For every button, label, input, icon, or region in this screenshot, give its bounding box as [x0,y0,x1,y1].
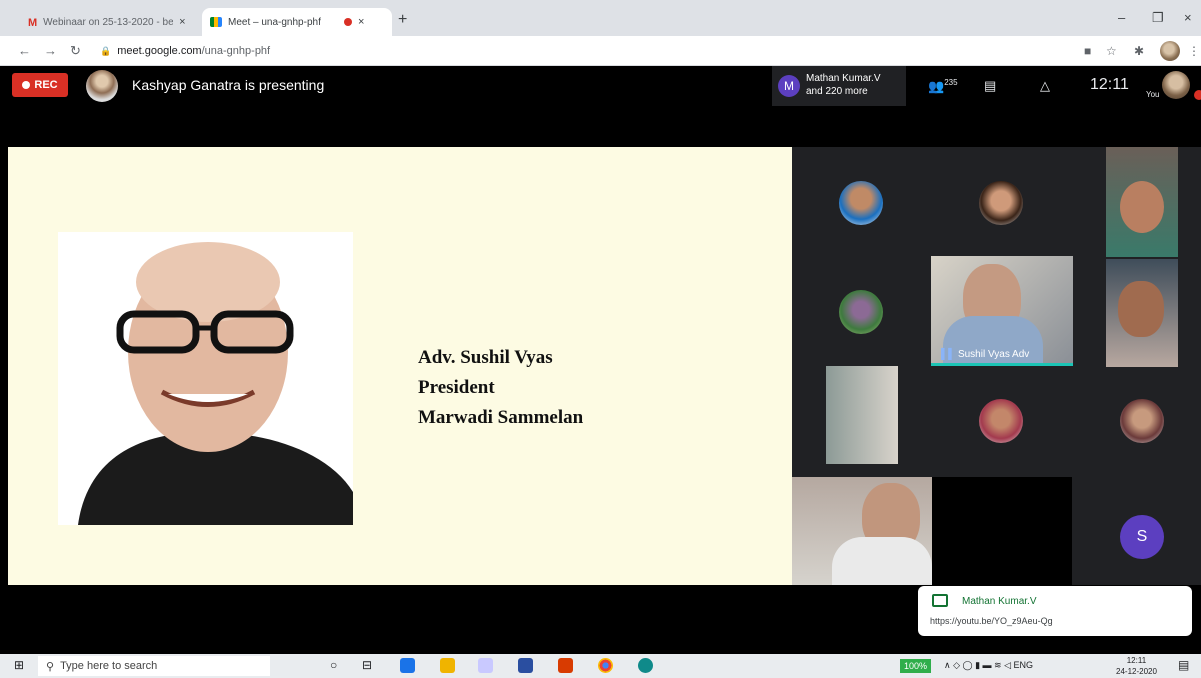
tab-meet[interactable]: Meet – una-gnhp-phf × [202,8,392,36]
search-icon: ⚲ [46,660,55,673]
presentation-slide: Adv. Sushil Vyas President Marwadi Samme… [8,147,792,585]
self-avatar[interactable] [1162,71,1190,99]
participants-summary-text: Mathan Kumar.V and 220 more [806,72,880,98]
tab-label: Webinaar on 25-13-2020 - beem [43,16,174,28]
minimize-icon[interactable]: – [1118,10,1125,25]
browser-tab-strip: M Webinaar on 25-13-2020 - beem × Meet –… [0,0,1201,36]
recording-badge: REC [12,73,68,97]
tab-close-icon[interactable]: × [179,16,185,28]
url-host: meet.google.com [117,45,202,57]
participants-summary[interactable]: M Mathan Kumar.V and 220 more [772,66,906,106]
battery-badge: 100% [900,659,932,673]
speaker-name-label: ▌▌ Sushil Vyas Adv [941,349,1029,360]
participant-video-tile[interactable] [1106,147,1178,257]
notification-icon[interactable]: ▤ [1178,658,1189,672]
task-view-icon[interactable]: ⊟ [362,658,372,672]
slide-name: Adv. Sushil Vyas [418,347,553,368]
participant-avatar[interactable] [1120,399,1164,443]
participant-video-tile[interactable] [1106,259,1178,367]
chat-sender: Mathan Kumar.V [962,596,1037,607]
bookmark-star-icon[interactable]: ☆ [1106,44,1117,58]
matlab-icon[interactable] [518,658,533,673]
presenter-avatar [86,70,118,102]
taskbar-search[interactable]: ⚲ Type here to search [38,656,270,676]
speaker-photo [58,232,353,525]
people-button[interactable]: 👥235 [928,78,958,94]
windows-start-icon[interactable]: ⊞ [14,658,24,672]
time: 12:11 [1126,656,1147,665]
meet-top-bar: REC Kashyap Ganatra is presenting M Math… [0,66,1201,106]
slide-organization: Marwadi Sammelan [418,407,584,428]
participant-avatar[interactable] [839,290,883,334]
file-explorer-icon[interactable] [440,658,455,673]
chrome-icon[interactable] [598,658,613,673]
presenting-text: Kashyap Ganatra is presenting [132,77,325,93]
close-window-icon[interactable]: × [1184,10,1192,25]
search-placeholder: Type here to search [60,660,158,672]
app-icon[interactable] [478,658,493,673]
language-label: ENG [1013,660,1034,670]
participant-grid: ▌▌ Sushil Vyas Adv S [792,147,1201,585]
speaker-name: Sushil Vyas Adv [957,349,1030,360]
menu-icon[interactable]: ⋮ [1188,44,1200,58]
cortana-icon[interactable]: ○ [330,658,337,672]
system-tray[interactable]: ∧ ◇ ◯ ▮ ▬ ≋ ◁ ENG [944,660,1033,671]
tab-close-icon[interactable]: × [358,16,364,28]
windows-taskbar: ⊞ ⚲ Type here to search ○ ⊟ 100% ∧ ◇ ◯ ▮… [0,654,1201,678]
tab-gmail[interactable]: M Webinaar on 25-13-2020 - beem × [20,8,200,36]
chat-notification[interactable]: Mathan Kumar.V https://youtu.be/YO_z9Aeu… [918,586,1192,636]
participant-video-tile[interactable] [792,477,932,585]
url-field[interactable]: 🔒 meet.google.com/una-gnhp-phf [100,45,270,57]
participant-avatar: M [778,75,800,97]
profile-avatar[interactable] [1160,41,1180,61]
camera-icon[interactable]: ■ [1084,44,1091,58]
recording-indicator-icon [344,18,352,26]
url-path: /una-gnhp-phf [201,45,271,57]
people-icon: 👥 [928,78,945,94]
rec-label: REC [34,79,58,91]
edge-icon[interactable] [638,658,653,673]
taskbar-clock[interactable]: 12:11 24-12-2020 [1116,655,1157,677]
tab-label: Meet – una-gnhp-phf [228,16,321,28]
new-tab-button[interactable]: + [398,11,407,29]
participant-avatar[interactable] [979,181,1023,225]
slide-caption: Adv. Sushil Vyas President Marwadi Samme… [418,343,583,433]
participant-avatar[interactable] [839,181,883,225]
back-icon[interactable]: ← [18,43,31,58]
participant-video-tile[interactable] [826,366,898,464]
gmail-icon: M [28,17,38,29]
you-label: You [1146,90,1160,99]
participant-more: and 220 more [806,86,868,97]
maximize-icon[interactable]: ❐ [1152,10,1164,26]
participant-avatar[interactable]: S [1120,515,1164,559]
forward-icon[interactable]: → [44,43,57,58]
app-l-icon[interactable] [400,658,415,673]
extensions-icon[interactable]: ✱ [1134,44,1144,58]
chat-icon[interactable]: ▤ [984,78,996,94]
participant-face [1118,281,1164,337]
office-icon[interactable] [558,658,573,673]
participant-video-tile[interactable] [932,477,1072,585]
meeting-clock: 12:11 [1090,76,1129,93]
tray-up-icon: ∧ ◇ ◯ ▮ ▬ ≋ ◁ [944,660,1011,670]
active-speaker-tile[interactable]: ▌▌ Sushil Vyas Adv [931,256,1073,366]
address-bar: ← → ↻ 🔒 meet.google.com/una-gnhp-phf ■ ☆ … [0,36,1201,66]
activities-icon[interactable]: △ [1040,78,1050,94]
audio-level-icon: ▌▌ [941,349,956,360]
participant-face [1120,181,1164,233]
record-dot-icon [22,81,31,89]
speaking-indicator-bar [931,363,1073,366]
lock-icon: 🔒 [100,46,112,56]
people-count: 235 [944,78,958,87]
participant-name: Mathan Kumar.V [806,73,881,84]
participant-avatar[interactable] [979,399,1023,443]
alert-dot-icon [1194,90,1201,100]
date: 24-12-2020 [1116,667,1157,676]
slide-title: President [418,377,495,398]
chat-message[interactable]: https://youtu.be/YO_z9Aeu-Qg [930,616,1053,626]
chat-message-icon [932,594,948,607]
meet-icon [210,17,222,27]
reload-icon[interactable]: ↻ [70,43,81,59]
participant-shirt [832,537,932,585]
